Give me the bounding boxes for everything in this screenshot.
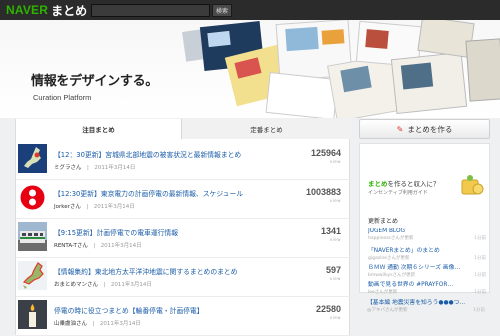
- item-author[interactable]: Jorkerさん: [54, 204, 81, 210]
- latest-item-updater: happinessさんが更新: [368, 236, 414, 241]
- latest-item-title[interactable]: 【基本編 地震災害を知ろう●●●つ…: [367, 297, 485, 306]
- japan-map-thumbnail: [18, 144, 47, 173]
- latest-item-title[interactable]: ＢＭＷ 通勤 次期６シリーズ 画像…: [368, 262, 486, 271]
- latest-item[interactable]: ＢＭＷ 通勤 次期６シリーズ 画像… bmwwilkysさんが更新 1分前: [368, 262, 486, 278]
- item-date: 2011年3月14日: [110, 282, 152, 288]
- list-item[interactable]: 停電の時に役立つまとめ【輪番停電・計画停電】 山乗盧油さん | 2011年3月1…: [16, 298, 351, 336]
- view-count: 22580: [315, 304, 341, 314]
- latest-updates-heading: 更新まとめ: [368, 218, 399, 225]
- latest-item-meta: gigazineさんが更新 1分前: [368, 255, 486, 261]
- tab-featured[interactable]: 注目まとめ: [16, 119, 182, 139]
- latest-item-title[interactable]: 「NAVERまとめ」のまとめ: [368, 245, 486, 254]
- item-date: 2011年3月14日: [99, 321, 141, 327]
- search-input[interactable]: [91, 4, 210, 17]
- search-button[interactable]: 検索: [212, 4, 232, 17]
- latest-item[interactable]: 【基本編 地震災害を知ろう●●●つ… @アキバさんが更新 1分前: [367, 297, 485, 313]
- candle-thumbnail: [18, 300, 47, 329]
- hero-banner: 情報をデザインする。 Curation Platform: [0, 20, 500, 118]
- view-count: 125964: [310, 148, 341, 158]
- document-collage-image: [182, 20, 500, 118]
- item-title[interactable]: 【12：30更新】宮城県北部地震の被害状況と最新情報まとめ: [54, 149, 241, 159]
- latest-item-ago: 1分前: [474, 290, 486, 295]
- hero-tagline: 情報をデザインする。: [31, 74, 159, 89]
- incentive-promo-title[interactable]: まとめを作ると収入に？: [368, 178, 440, 188]
- view-counter: 125964 view: [311, 148, 341, 164]
- item-title[interactable]: 【情報集約】東北地方太平洋沖地震に関するまとめのまとめ: [54, 266, 238, 276]
- view-counter: 597 view: [326, 265, 341, 281]
- item-author[interactable]: 山乗盧油さん: [54, 321, 87, 327]
- view-counter: 1003883 view: [306, 187, 341, 203]
- latest-item-ago: 1分前: [474, 273, 486, 278]
- item-date: 2011年3月14日: [93, 204, 135, 210]
- latest-item-meta: @アキバさんが更新 1分前: [367, 307, 485, 313]
- list-item[interactable]: 【12：30更新】宮城県北部地震の被害状況と最新情報まとめ ミグラさん | 20…: [16, 142, 351, 180]
- latest-item-ago: 1分前: [474, 256, 486, 261]
- item-title[interactable]: 【12:30更新】東京電力の計画停電の最新情報、スケジュール: [54, 188, 243, 198]
- coin-jar-icon: [461, 175, 484, 195]
- item-author[interactable]: おまとめマンさん: [54, 282, 98, 288]
- tsunami-map-thumbnail: [18, 261, 47, 290]
- view-counter: 1341 view: [321, 226, 341, 242]
- view-label: view: [329, 198, 341, 203]
- incentive-guide-link[interactable]: インセンティブ利用ガイド: [368, 189, 428, 196]
- latest-item-meta: happinessさんが更新 1分前: [368, 235, 486, 241]
- item-meta: ミグラさん | 2011年3月14日: [54, 165, 136, 171]
- list-item[interactable]: 【情報集約】東北地方太平洋沖地震に関するまとめのまとめ おまとめマンさん | 2…: [16, 259, 351, 297]
- tepco-logo-thumbnail: [18, 183, 47, 212]
- hero-subline: Curation Platform: [33, 93, 92, 102]
- view-count: 597: [325, 265, 341, 275]
- latest-item-meta: bmwwilkysさんが更新 1分前: [368, 272, 486, 278]
- item-meta: RENTA-Tさん | 2011年3月14日: [54, 243, 142, 249]
- list-item[interactable]: 【9:15更新】計画停電での電車運行情報 RENTA-Tさん | 2011年3月…: [16, 220, 351, 258]
- item-title[interactable]: 【9:15更新】計画停電での電車運行情報: [54, 227, 178, 237]
- item-meta: Jorkerさん | 2011年3月14日: [54, 204, 135, 210]
- latest-item[interactable]: JUGEM BLOG happinessさんが更新 1分前: [368, 228, 486, 241]
- naver-matome-logo[interactable]: NAVER まとめ: [6, 2, 87, 18]
- logo-naver-text: NAVER: [6, 3, 49, 17]
- tab-bar: 注目まとめ 定番まとめ: [16, 119, 351, 139]
- train-thumbnail: [18, 222, 47, 251]
- latest-item-ago: 1分前: [473, 308, 485, 313]
- logo-matome-text: まとめ: [51, 3, 88, 18]
- latest-item-title[interactable]: JUGEM BLOG: [368, 228, 486, 234]
- sidebar-panel: まとめを作ると収入に？ インセンティブ利用ガイド 更新まとめ JUGEM BLO…: [359, 143, 490, 295]
- view-label: view: [329, 159, 341, 164]
- top-bar: NAVER まとめ 検索: [0, 0, 500, 20]
- list-item[interactable]: 【12:30更新】東京電力の計画停電の最新情報、スケジュール Jorkerさん …: [16, 181, 351, 219]
- view-label: view: [329, 315, 341, 320]
- item-author[interactable]: ミグラさん: [54, 165, 82, 171]
- right-sidebar: ✎ まとめを作る まとめを作ると収入に？ インセンティブ利用ガイド 更新まとめ …: [359, 119, 490, 335]
- latest-item-updater: bmwwilkysさんが更新: [368, 273, 416, 278]
- latest-item-updater: gigazineさんが更新: [368, 256, 410, 261]
- tab-standard[interactable]: 定番まとめ: [182, 119, 351, 139]
- promo-brand: まとめ: [368, 180, 388, 188]
- create-matome-button[interactable]: ✎ まとめを作る: [359, 119, 490, 139]
- item-date: 2011年3月14日: [94, 165, 136, 171]
- pencil-icon: ✎: [396, 124, 404, 134]
- item-date: 2011年3月14日: [100, 243, 142, 249]
- item-title[interactable]: 停電の時に役立つまとめ【輪番停電・計画停電】: [54, 305, 204, 315]
- view-counter: 22580 view: [316, 304, 341, 320]
- item-author[interactable]: RENTA-Tさん: [54, 243, 88, 249]
- latest-item[interactable]: 「NAVERまとめ」のまとめ gigazineさんが更新 1分前: [368, 245, 486, 261]
- view-count: 1003883: [305, 187, 341, 197]
- latest-item[interactable]: 動画で見る世界の #PRAYFOR… leeさんが更新 1分前: [368, 279, 486, 295]
- view-count: 1341: [320, 226, 341, 236]
- latest-item-title[interactable]: 動画で見る世界の #PRAYFOR…: [368, 279, 486, 288]
- item-meta: おまとめマンさん | 2011年3月14日: [54, 282, 152, 288]
- promo-title-rest: を作ると収入に？: [387, 180, 440, 188]
- latest-item-meta: leeさんが更新 1分前: [368, 289, 486, 295]
- latest-item-ago: 1分前: [474, 236, 486, 241]
- view-label: view: [329, 237, 341, 242]
- create-matome-label: まとめを作る: [407, 124, 453, 134]
- main-content: 注目まとめ 定番まとめ 【12：30更新】宮城県北部地震の被害状況と最新情報まと…: [15, 119, 351, 336]
- item-meta: 山乗盧油さん | 2011年3月14日: [54, 321, 141, 327]
- latest-item-updater: leeさんが更新: [368, 290, 398, 295]
- view-label: view: [329, 276, 341, 281]
- latest-item-updater: @アキバさんが更新: [367, 308, 408, 313]
